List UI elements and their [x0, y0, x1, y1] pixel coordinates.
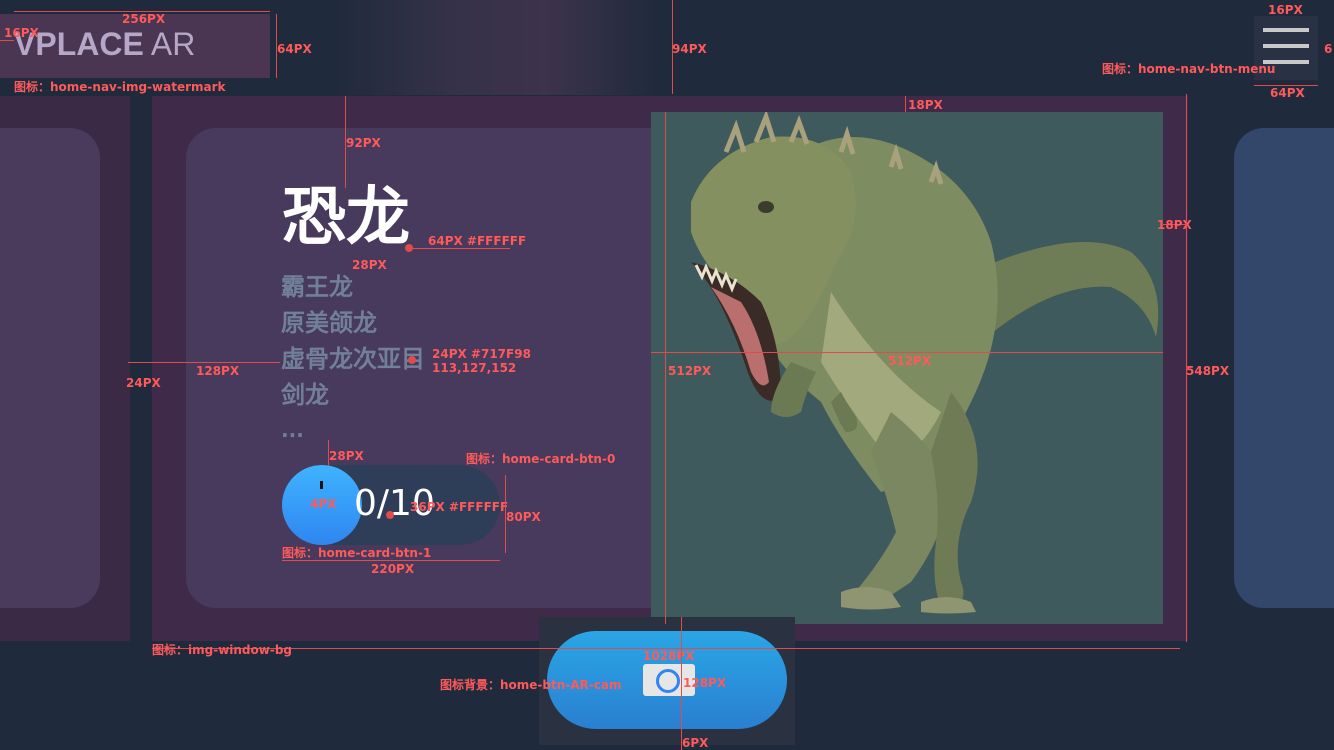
spec-dot	[408, 356, 416, 364]
dinosaur-list-item[interactable]: 虚骨龙次亚目	[281, 342, 425, 376]
spec-dot	[386, 511, 394, 519]
spec-label: 113,127,152	[432, 361, 517, 375]
next-card[interactable]	[1234, 128, 1334, 608]
measure-line	[651, 352, 1163, 353]
measure-label: 28PX	[352, 258, 387, 272]
measure-label: 64PX	[277, 42, 312, 56]
annotation-label: 图标：home-card-btn-1	[282, 546, 432, 560]
measure-line	[0, 40, 14, 41]
annotation-label: 图标：img-window-bg	[152, 643, 293, 657]
camera-lens-icon	[656, 669, 680, 693]
card-title: 恐龙	[282, 181, 410, 255]
measure-line	[128, 362, 152, 363]
measure-label: 4PX	[310, 497, 337, 511]
dinosaur-photo	[651, 112, 1163, 624]
measure-label: 28PX	[329, 449, 364, 463]
measure-label: 64PX	[1270, 86, 1305, 100]
measure-line	[681, 617, 682, 750]
measure-label: 16PX	[4, 26, 39, 40]
measure-label: 220PX	[371, 562, 415, 576]
measure-label: 92PX	[346, 136, 381, 150]
menu-icon	[1263, 28, 1309, 32]
measure-line	[152, 362, 280, 363]
measure-label: 128PX	[196, 364, 240, 378]
spec-label: 24PX #717F98	[432, 347, 531, 361]
measure-line	[905, 96, 906, 112]
measure-line	[665, 112, 666, 624]
measure-label: 6PX	[682, 736, 709, 750]
counter-tick-mark	[320, 481, 323, 489]
measure-label: 80PX	[506, 510, 541, 524]
more-ellipsis[interactable]: ...	[281, 420, 304, 440]
measure-label: 16PX	[1268, 3, 1303, 17]
annotation-label: 图标背景：home-btn-AR-cam	[440, 678, 622, 692]
measure-label: 94PX	[672, 42, 707, 56]
spec-label: 36PX #FFFFFF	[410, 500, 509, 514]
dinosaur-list-item[interactable]: 原美颌龙	[281, 306, 377, 340]
measure-line	[410, 248, 510, 249]
dinosaur-illustration	[691, 112, 1159, 614]
background-dinosaur-silhouette	[330, 0, 660, 95]
measure-label: 256PX	[122, 12, 166, 26]
measure-line	[282, 560, 500, 561]
measure-label: 512PX	[668, 364, 712, 378]
measure-label: 128PX	[683, 676, 727, 690]
spec-label: 64PX #FFFFFF	[428, 234, 527, 248]
measure-label: 1028PX	[643, 649, 695, 663]
measure-label: 24PX	[126, 376, 161, 390]
annotation-label: 图标：home-nav-btn-menu	[1102, 62, 1276, 76]
measure-label: 512PX	[888, 354, 932, 368]
annotation-label: 图标：home-nav-img-watermark	[14, 80, 226, 94]
measure-label: 6	[1324, 42, 1333, 56]
annotation-label: 图标：home-card-btn-0	[466, 452, 616, 466]
prev-card[interactable]	[0, 128, 100, 608]
menu-icon-bar	[1263, 44, 1309, 48]
measure-label: 18PX	[908, 98, 943, 112]
brand-logo: VPLACE AR	[14, 26, 196, 62]
measure-label: 548PX	[1186, 364, 1230, 378]
dinosaur-list-item[interactable]: 剑龙	[281, 378, 329, 412]
dinosaur-list-item[interactable]: 霸王龙	[281, 270, 353, 304]
